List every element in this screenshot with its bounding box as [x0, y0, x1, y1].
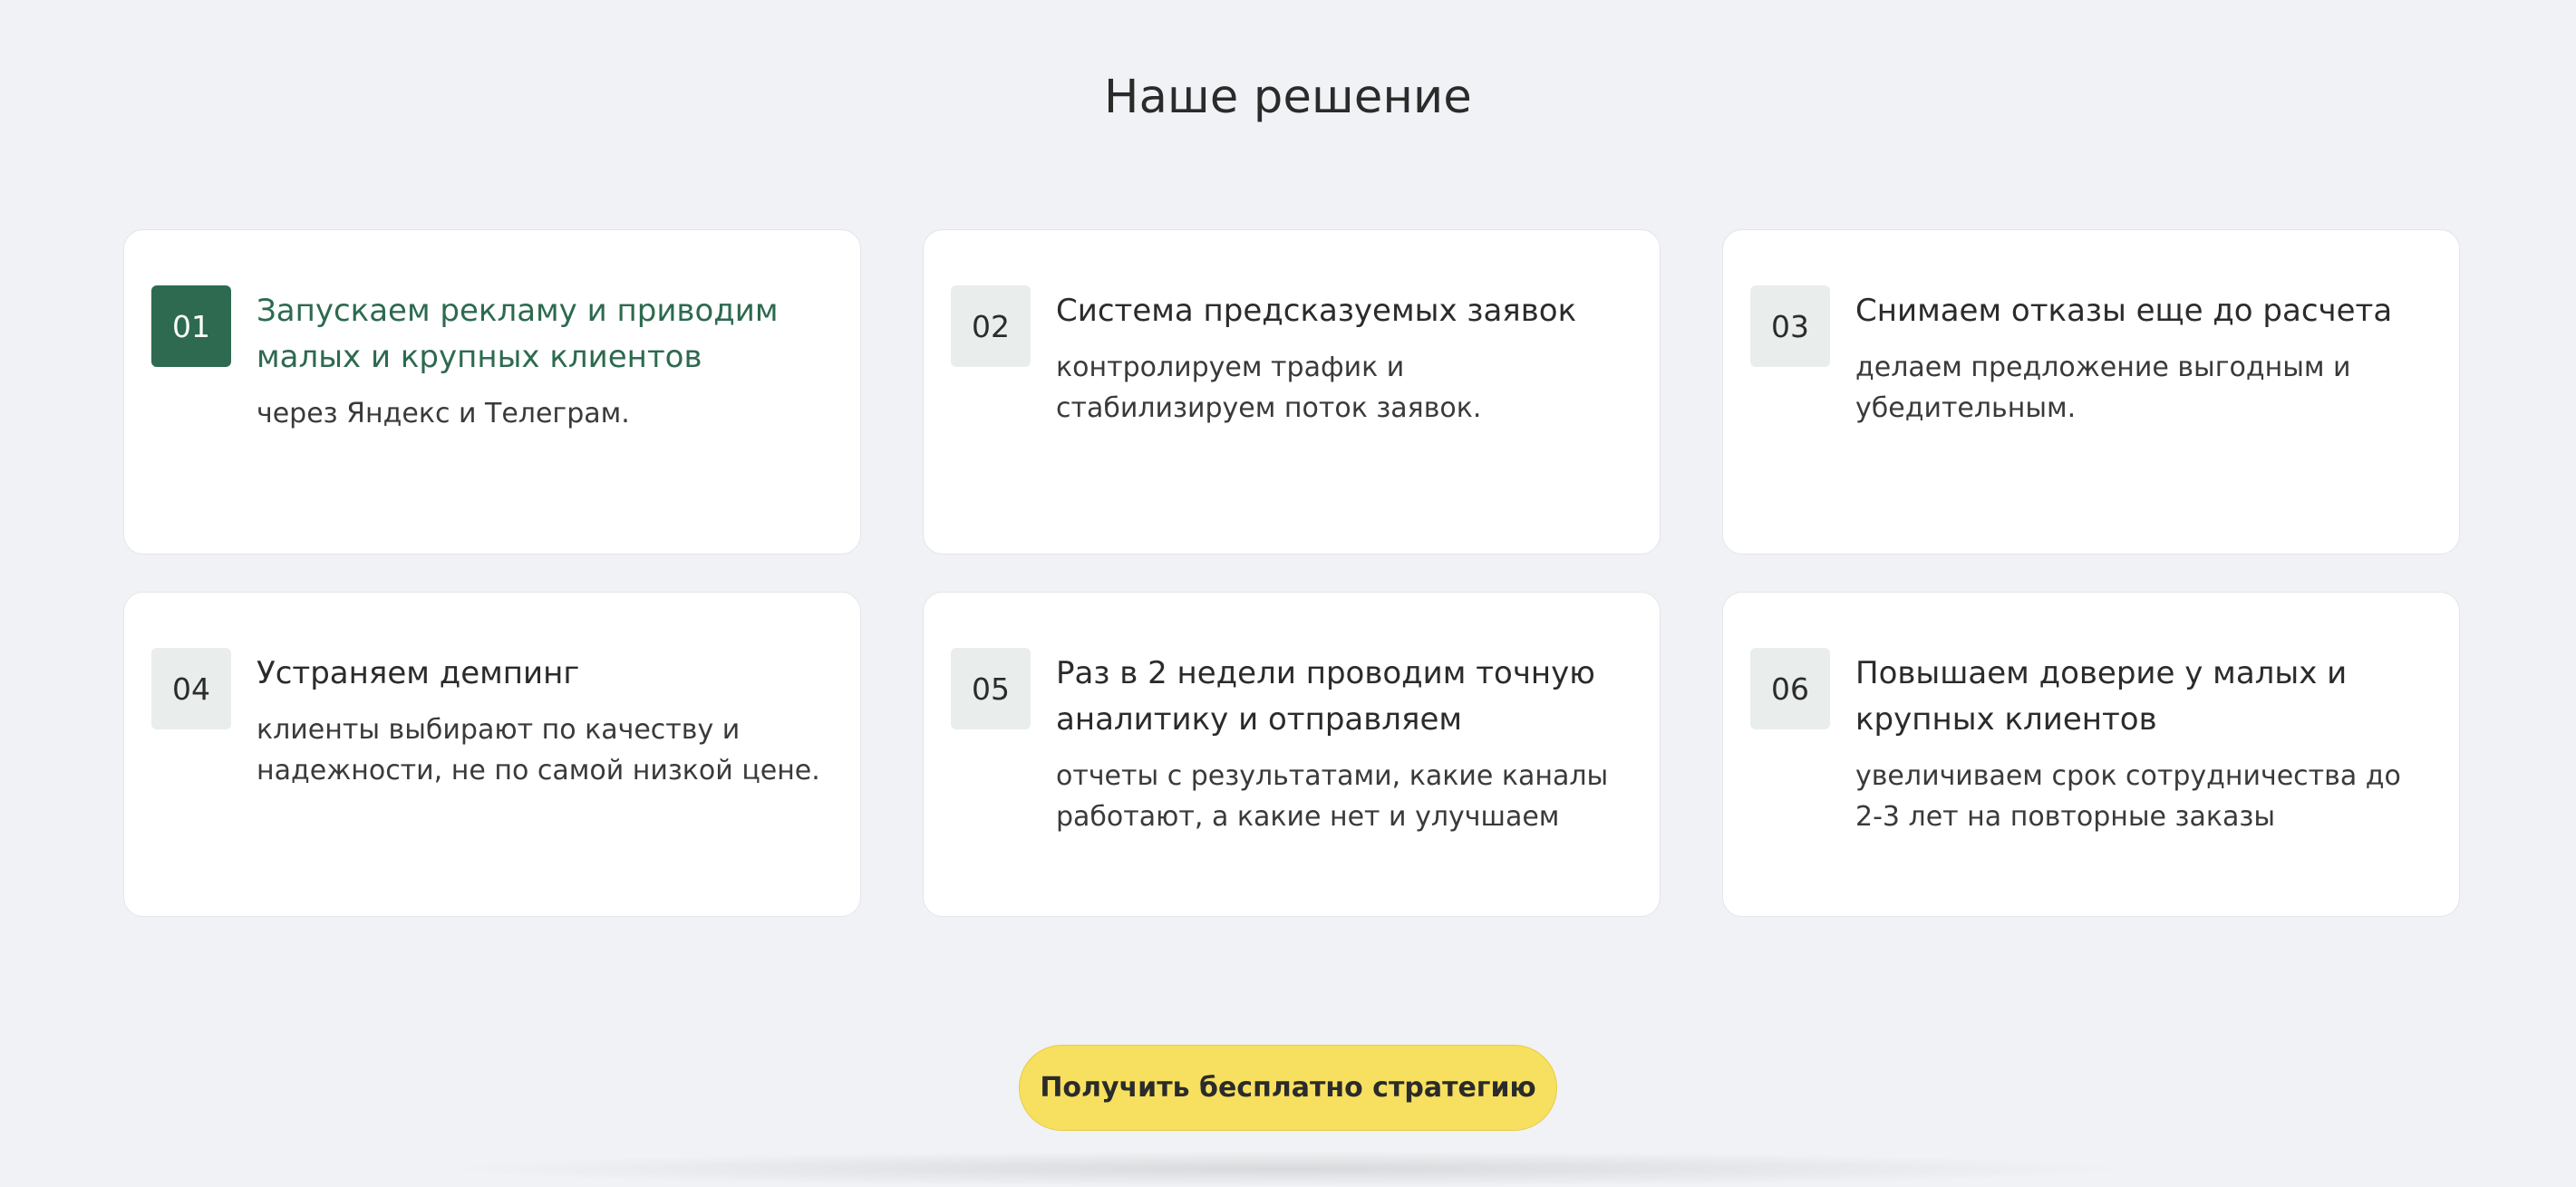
card-number-badge: 01 — [151, 285, 231, 367]
solution-card-05: 05 Раз в 2 недели проводим точную аналит… — [923, 592, 1661, 917]
card-description: делаем предложение выгодным и убедительн… — [1855, 352, 2351, 424]
card-title: Устраняем демпинг — [257, 655, 580, 691]
bottom-shadow — [426, 1151, 2148, 1187]
card-description: контролируем трафик и стабилизируем пото… — [1056, 352, 1482, 424]
card-title: Запускаем рекламу и приводим малых и кру… — [257, 293, 779, 375]
card-description: увеличиваем срок сотрудничества до 2-3 л… — [1855, 760, 2401, 833]
card-title: Раз в 2 недели проводим точную аналитику… — [1056, 655, 1595, 738]
card-description: отчеты с результатами, какие каналы рабо… — [1056, 760, 1609, 833]
card-title: Система предсказуемых заявок — [1056, 293, 1577, 329]
card-title: Снимаем отказы еще до расчета — [1855, 293, 2393, 329]
card-description: клиенты выбирают по качеству и надежност… — [257, 714, 820, 787]
cta-wrapper: Получить бесплатно стратегию — [0, 1045, 2576, 1131]
card-text: Раз в 2 недели проводим точную аналитику… — [1056, 651, 1627, 837]
card-text: Снимаем отказы еще до расчета делаем пре… — [1855, 288, 2426, 429]
card-number-badge: 02 — [951, 285, 1031, 367]
card-description: через Яндекс и Телеграм. — [257, 398, 630, 429]
solution-card-03: 03 Снимаем отказы еще до расчета делаем … — [1722, 229, 2460, 555]
solution-cards-grid: 01 Запускаем рекламу и приводим малых и … — [123, 229, 2460, 917]
solution-card-02: 02 Система предсказуемых заявок контроли… — [923, 229, 1661, 555]
card-text: Повышаем доверие у малых и крупных клиен… — [1855, 651, 2426, 837]
card-text: Устраняем демпинг клиенты выбирают по ка… — [257, 651, 828, 791]
solution-card-04: 04 Устраняем демпинг клиенты выбирают по… — [123, 592, 861, 917]
card-title: Повышаем доверие у малых и крупных клиен… — [1855, 655, 2348, 738]
card-text: Система предсказуемых заявок контролируе… — [1056, 288, 1627, 429]
solution-card-01: 01 Запускаем рекламу и приводим малых и … — [123, 229, 861, 555]
solution-section: Наше решение 01 Запускаем рекламу и прив… — [0, 0, 2576, 1187]
card-number-badge: 03 — [1750, 285, 1830, 367]
get-free-strategy-button[interactable]: Получить бесплатно стратегию — [1019, 1045, 1557, 1131]
card-number-badge: 05 — [951, 648, 1031, 729]
solution-card-06: 06 Повышаем доверие у малых и крупных кл… — [1722, 592, 2460, 917]
card-number-badge: 06 — [1750, 648, 1830, 729]
card-text: Запускаем рекламу и приводим малых и кру… — [257, 288, 828, 434]
card-number-badge: 04 — [151, 648, 231, 729]
section-title: Наше решение — [1104, 71, 1472, 124]
